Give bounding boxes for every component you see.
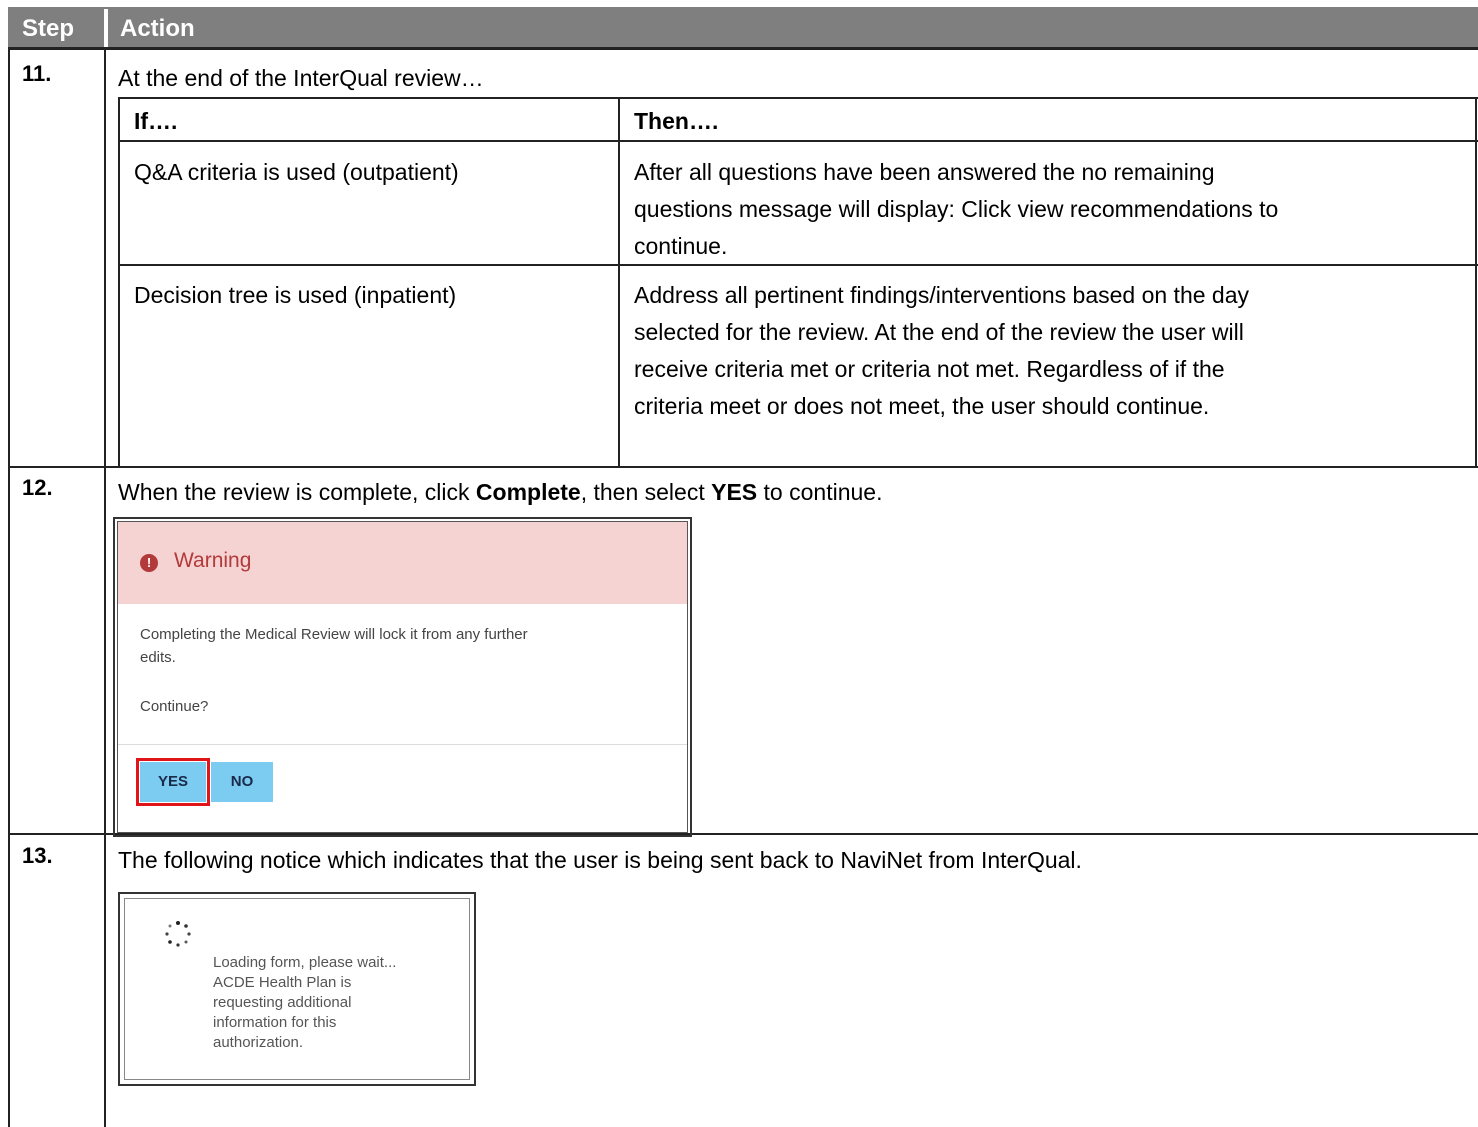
inner-table-mid xyxy=(618,97,620,468)
step-12-complete-label: Complete xyxy=(475,479,581,505)
warning-dialog-body-2: edits. xyxy=(140,649,176,666)
inner-table-r1-then-line2: questions message will display: Click vi… xyxy=(634,196,1279,222)
step-number-12: 12. xyxy=(22,475,53,500)
loading-line-3: requesting additional xyxy=(213,994,352,1011)
inner-table-right xyxy=(1475,97,1477,468)
step-12-text-c: , then select xyxy=(580,479,712,505)
inner-table-row-rule xyxy=(118,264,1478,266)
warning-dialog-title: Warning xyxy=(174,549,252,572)
warning-dialog-header: ! Warning xyxy=(118,522,687,604)
step-12-text-e: to continue. xyxy=(757,479,883,505)
step-number-11: 11. xyxy=(22,61,52,86)
inner-table-r2-then-line2: selected for the review. At the end of t… xyxy=(634,319,1244,345)
inner-table-r1-if: Q&A criteria is used (outpatient) xyxy=(134,159,459,185)
header-action: Action xyxy=(108,9,1478,47)
exclamation-icon: ! xyxy=(140,554,158,572)
inner-table-r1-then-line3: continue. xyxy=(634,233,728,259)
loading-notice: Loading form, please wait... ACDE Health… xyxy=(118,892,476,1086)
inner-table-r2-then-line4: criteria meet or does not meet, the user… xyxy=(634,393,1210,419)
warning-dialog: ! Warning Completing the Medical Review … xyxy=(117,521,688,833)
inner-table-r2-if: Decision tree is used (inpatient) xyxy=(134,282,457,308)
inner-table-col-then: Then…. xyxy=(634,108,719,134)
header-bottom-rule xyxy=(8,47,1478,50)
step-12-instruction: When the review is complete, click Compl… xyxy=(118,476,882,509)
inner-table-left xyxy=(118,97,120,468)
loading-line-2: ACDE Health Plan is xyxy=(213,974,352,991)
step-11-intro: At the end of the InterQual review… xyxy=(118,65,484,91)
warning-dialog-body-1: Completing the Medical Review will lock … xyxy=(140,626,528,643)
loading-message: Loading form, please wait... ACDE Health… xyxy=(213,953,396,1053)
step-column-divider xyxy=(104,50,106,1127)
step-12-text-a: When the review is complete, click xyxy=(118,479,476,505)
loading-line-4: information for this xyxy=(213,1014,337,1031)
no-button[interactable]: NO xyxy=(211,762,273,802)
left-border xyxy=(8,50,10,1127)
yes-button[interactable]: YES xyxy=(136,758,210,806)
loading-spinner-icon xyxy=(165,921,191,947)
step-12-yes-label: YES xyxy=(711,479,758,505)
row-divider-11-12 xyxy=(8,466,1478,468)
header-step: Step xyxy=(8,9,104,47)
warning-dialog-separator xyxy=(118,744,687,745)
warning-dialog-body-3: Continue? xyxy=(140,698,209,715)
loading-line-1: Loading form, please wait... xyxy=(213,954,397,971)
inner-table-r1-then-line1: After all questions have been answered t… xyxy=(634,159,1215,185)
loading-notice-inner: Loading form, please wait... ACDE Health… xyxy=(124,898,470,1080)
step-13-text: The following notice which indicates tha… xyxy=(118,847,1082,873)
inner-table-r2-then-line3: receive criteria met or criteria not met… xyxy=(634,356,1225,382)
inner-table-col-if: If…. xyxy=(134,108,178,134)
inner-table-top xyxy=(118,97,1478,99)
step-number-13: 13. xyxy=(22,843,53,868)
inner-table-header-rule xyxy=(118,140,1478,142)
inner-table-r2-then-line1: Address all pertinent findings/intervent… xyxy=(634,282,1250,308)
loading-line-5: authorization. xyxy=(213,1034,304,1051)
